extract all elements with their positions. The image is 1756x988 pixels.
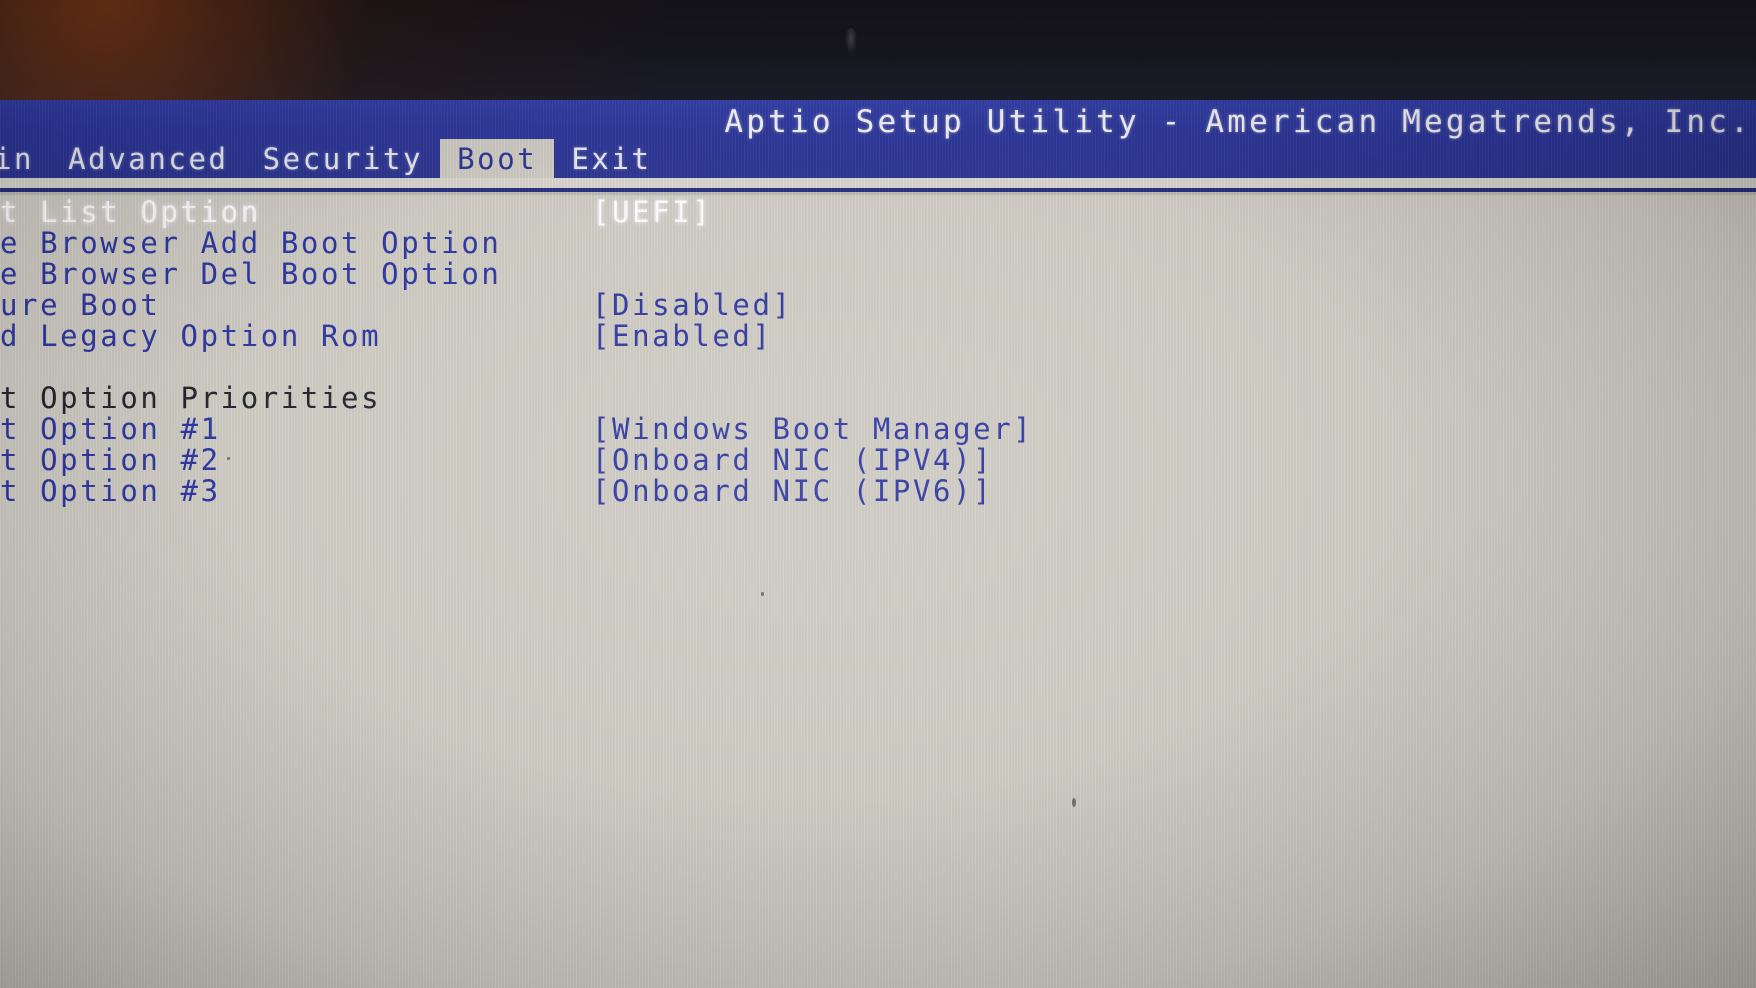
screen-photo: Aptio Setup Utility - American Megatrend… [0,0,1756,988]
menu-band: Aptio Setup Utility - American Megatrend… [0,92,1756,178]
setting-value[interactable]: [Windows Boot Manager] [592,412,1033,446]
settings-row[interactable]: t List Option [UEFI] [0,195,1756,229]
setting-value[interactable]: [UEFI] [592,195,712,229]
menu-tab-boot[interactable]: Boot [440,139,555,178]
settings-row[interactable]: t Option #1 [Windows Boot Manager] [0,412,1756,446]
setting-label: t Option #1 [0,412,221,446]
setting-label: e Browser Add Boot Option [0,226,502,260]
setting-value[interactable]: [Onboard NIC (IPV4)] [592,443,993,477]
settings-section-header: t Option Priorities [0,381,1756,415]
setting-label: e Browser Del Boot Option [0,257,502,291]
settings-row[interactable]: e Browser Del Boot Option [0,257,1756,291]
setting-label: t List Option [0,195,261,229]
settings-row[interactable]: d Legacy Option Rom [Enabled] [0,319,1756,353]
setting-value[interactable]: [Disabled] [592,288,793,322]
setting-label: t Option #3 [0,474,221,508]
settings-row[interactable]: t Option #3 [Onboard NIC (IPV6)] [0,474,1756,508]
menu-under-strip [0,178,1756,188]
setting-label: d Legacy Option Rom [0,319,382,353]
menu-tab-main[interactable]: in [0,139,51,178]
setting-value[interactable]: [Onboard NIC (IPV6)] [592,474,993,508]
setting-label: ure Boot [0,288,161,322]
setting-label: t Option #2 [0,443,221,477]
settings-row[interactable]: ure Boot [Disabled] [0,288,1756,322]
setting-value[interactable]: [Enabled] [592,319,773,353]
menu-tab-security[interactable]: Security [246,139,440,178]
bios-screen: Aptio Setup Utility - American Megatrend… [0,92,1756,988]
menu-tabbar[interactable]: in Advanced Security Boot Exit [0,139,669,178]
menu-tab-advanced[interactable]: Advanced [51,139,245,178]
settings-list: t List Option [UEFI] e Browser Add Boot Op… [0,195,1756,988]
setting-label: t Option Priorities [0,381,382,415]
laptop-bezel [0,0,1756,100]
settings-row[interactable]: e Browser Add Boot Option [0,226,1756,260]
webcam-icon [845,28,857,54]
menu-tab-exit[interactable]: Exit [554,139,668,178]
page-title: Aptio Setup Utility - American Megatrend… [724,104,1752,140]
settings-row[interactable]: t Option #2 [Onboard NIC (IPV4)] [0,443,1756,477]
